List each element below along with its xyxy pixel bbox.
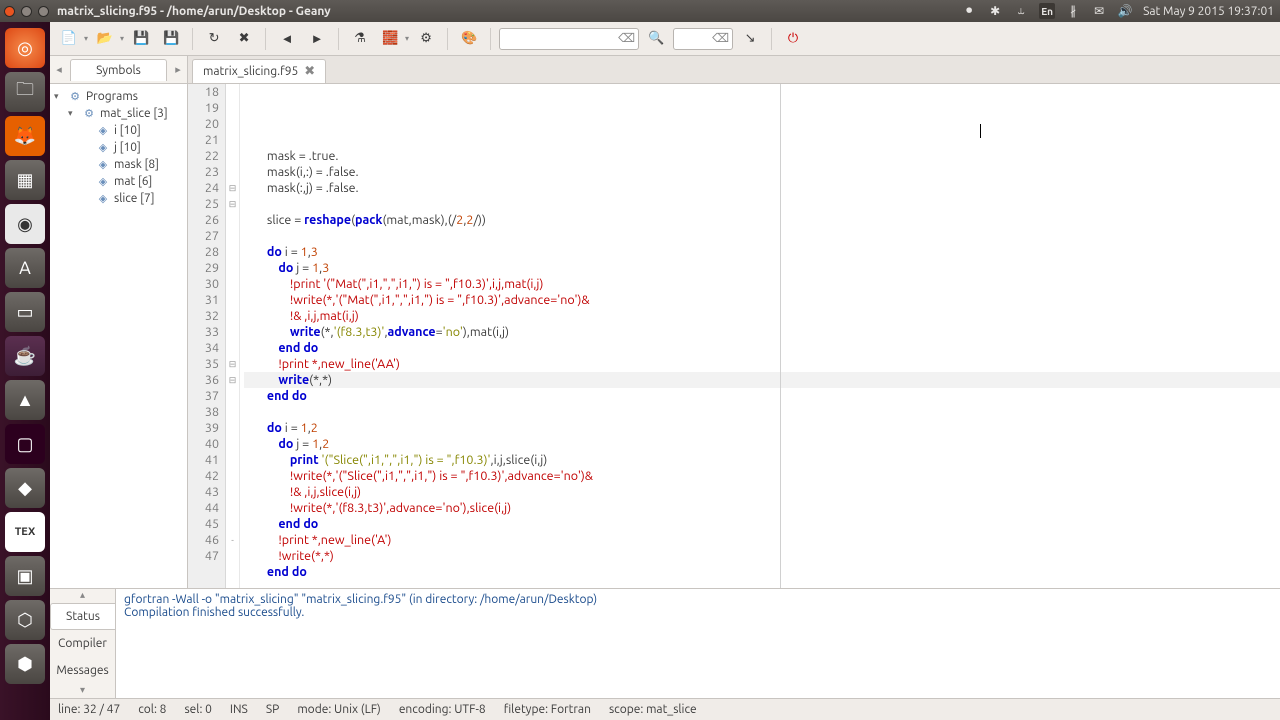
- sidebar: ◂ Symbols ▸ ▾⚙Programs▾⚙mat_slice [3]◈i …: [50, 56, 188, 588]
- chrome-icon[interactable]: ◉: [5, 204, 45, 244]
- bluetooth-icon[interactable]: ∦: [1065, 3, 1081, 19]
- save-all-button[interactable]: 💾: [158, 26, 184, 52]
- save-button[interactable]: 💾: [128, 26, 154, 52]
- tree-item[interactable]: ◈slice [7]: [50, 190, 187, 207]
- new-file-button[interactable]: 📄: [56, 26, 82, 52]
- app-icon-1[interactable]: ▦: [5, 160, 45, 200]
- tree-item[interactable]: ◈i [10]: [50, 122, 187, 139]
- status-line: line: 32 / 47: [58, 703, 120, 716]
- line-number-gutter: 1819202122232425262728293031323334353637…: [188, 84, 226, 588]
- tree-item[interactable]: ◈j [10]: [50, 139, 187, 156]
- network-icon[interactable]: ⥿: [1013, 3, 1029, 19]
- compiler-result-line: Compilation finished successfully.: [124, 606, 1272, 619]
- window-minimize-button[interactable]: [21, 6, 32, 17]
- app-icon-4[interactable]: ▣: [5, 556, 45, 596]
- keyboard-indicator[interactable]: En: [1039, 3, 1055, 19]
- status-mode: mode: Unix (LF): [297, 703, 381, 716]
- top-panel: matrix_slicing.f95 - /home/arun/Desktop …: [0, 0, 1280, 22]
- dropbox-icon[interactable]: ✱: [987, 3, 1003, 19]
- close-tab-icon[interactable]: ✖: [304, 64, 315, 79]
- tab-compiler[interactable]: Compiler: [50, 630, 115, 657]
- panel-indicators: ⏺ ✱ ⥿ En ∦ ✉ 🔊 Sat May 9 2015 19:37:01: [961, 3, 1274, 19]
- document-tab-label: matrix_slicing.f95: [203, 65, 298, 78]
- status-enc: encoding: UTF-8: [399, 703, 486, 716]
- message-tab-down[interactable]: ▾: [50, 684, 115, 698]
- tab-status[interactable]: Status: [50, 603, 115, 630]
- clock[interactable]: Sat May 9 2015 19:37:01: [1143, 5, 1274, 18]
- document-tabs: matrix_slicing.f95 ✖: [188, 56, 1280, 84]
- window-close-button[interactable]: [4, 6, 15, 17]
- clear-find-icon[interactable]: ⌫: [618, 31, 635, 45]
- status-sp: SP: [266, 703, 279, 716]
- quit-button[interactable]: ⏻: [780, 26, 806, 52]
- execute-button[interactable]: ⚙: [413, 26, 439, 52]
- texmaker-icon[interactable]: TEX: [5, 512, 45, 552]
- app-icon-3[interactable]: ◆: [5, 468, 45, 508]
- code-editor[interactable]: 1819202122232425262728293031323334353637…: [188, 84, 1280, 588]
- symbols-tree[interactable]: ▾⚙Programs▾⚙mat_slice [3]◈i [10]◈j [10]◈…: [50, 84, 187, 588]
- firefox-icon[interactable]: 🦊: [5, 116, 45, 156]
- compile-button[interactable]: ⚗: [347, 26, 373, 52]
- terminal-icon[interactable]: ▢: [5, 424, 45, 464]
- revert-button[interactable]: ↻: [201, 26, 227, 52]
- color-chooser-button[interactable]: 🎨: [456, 26, 482, 52]
- status-sel: sel: 0: [184, 703, 211, 716]
- status-bar: line: 32 / 47 col: 8 sel: 0 INS SP mode:…: [50, 698, 1280, 720]
- dash-icon[interactable]: ◎: [5, 28, 45, 68]
- tree-item[interactable]: ▾⚙Programs: [50, 88, 187, 105]
- unity-launcher: ◎ 🗀 🦊 ▦ ◉ A ▭ ☕ ▲ ▢ ◆ TEX ▣ ⬡ ⬢: [0, 22, 50, 720]
- tree-item[interactable]: ◈mask [8]: [50, 156, 187, 173]
- goto-line-button[interactable]: ↘: [737, 26, 763, 52]
- app-icon-6[interactable]: ⬢: [5, 644, 45, 684]
- vlc-icon[interactable]: ▲: [5, 380, 45, 420]
- fold-column[interactable]: ⊟⊟⊟⊟-: [226, 84, 240, 588]
- status-ins: INS: [230, 703, 248, 716]
- tree-item[interactable]: ▾⚙mat_slice [3]: [50, 105, 187, 122]
- window-title: matrix_slicing.f95 - /home/arun/Desktop …: [57, 5, 331, 18]
- message-content[interactable]: gfortran -Wall -o "matrix_slicing" "matr…: [116, 589, 1280, 698]
- close-file-button[interactable]: ✖: [231, 26, 257, 52]
- code-area[interactable]: mask = .true. mask(i,:) = .false. mask(:…: [240, 84, 1280, 588]
- sound-icon[interactable]: 🔊: [1117, 3, 1133, 19]
- toolbar: 📄▾ 📂▾ 💾 💾 ↻ ✖ ◄ ► ⚗ 🧱▾ ⚙ 🎨 ⌫ 🔍 ⌫ ↘ ⏻: [50, 22, 1280, 56]
- tab-messages[interactable]: Messages: [50, 657, 115, 684]
- sidebar-tab-right[interactable]: ▸: [169, 63, 187, 76]
- software-center-icon[interactable]: A: [5, 248, 45, 288]
- status-ftype: filetype: Fortran: [504, 703, 591, 716]
- build-button[interactable]: 🧱: [377, 26, 403, 52]
- app-icon-2[interactable]: ▭: [5, 292, 45, 332]
- window-maximize-button[interactable]: [38, 6, 49, 17]
- nav-forward-button[interactable]: ►: [304, 26, 330, 52]
- status-scope: scope: mat_slice: [609, 703, 697, 716]
- window-controls: [4, 6, 49, 17]
- message-window: ▴ Status Compiler Messages ▾ gfortran -W…: [50, 588, 1280, 698]
- text-cursor: [980, 124, 981, 138]
- compiler-command-line: gfortran -Wall -o "matrix_slicing" "matr…: [124, 593, 1272, 606]
- message-tabs: ▴ Status Compiler Messages ▾: [50, 589, 116, 698]
- tree-item[interactable]: ◈mat [6]: [50, 173, 187, 190]
- sidebar-tab-symbols[interactable]: Symbols: [70, 59, 167, 81]
- files-icon[interactable]: 🗀: [5, 72, 45, 112]
- nav-back-button[interactable]: ◄: [274, 26, 300, 52]
- app-icon-5[interactable]: ⬡: [5, 600, 45, 640]
- message-tab-up[interactable]: ▴: [50, 589, 115, 603]
- clear-goto-icon[interactable]: ⌫: [712, 31, 729, 45]
- sidebar-tab-left[interactable]: ◂: [50, 63, 68, 76]
- geany-window: 📄▾ 📂▾ 💾 💾 ↻ ✖ ◄ ► ⚗ 🧱▾ ⚙ 🎨 ⌫ 🔍 ⌫ ↘ ⏻ ◂ S…: [50, 22, 1280, 720]
- find-button[interactable]: 🔍: [643, 26, 669, 52]
- open-file-button[interactable]: 📂: [92, 26, 118, 52]
- geany-icon[interactable]: ☕: [5, 336, 45, 376]
- edge-line: [780, 84, 781, 588]
- record-icon[interactable]: ⏺: [961, 3, 977, 19]
- status-col: col: 8: [138, 703, 166, 716]
- messages-icon[interactable]: ✉: [1091, 3, 1107, 19]
- document-tab[interactable]: matrix_slicing.f95 ✖: [192, 59, 326, 83]
